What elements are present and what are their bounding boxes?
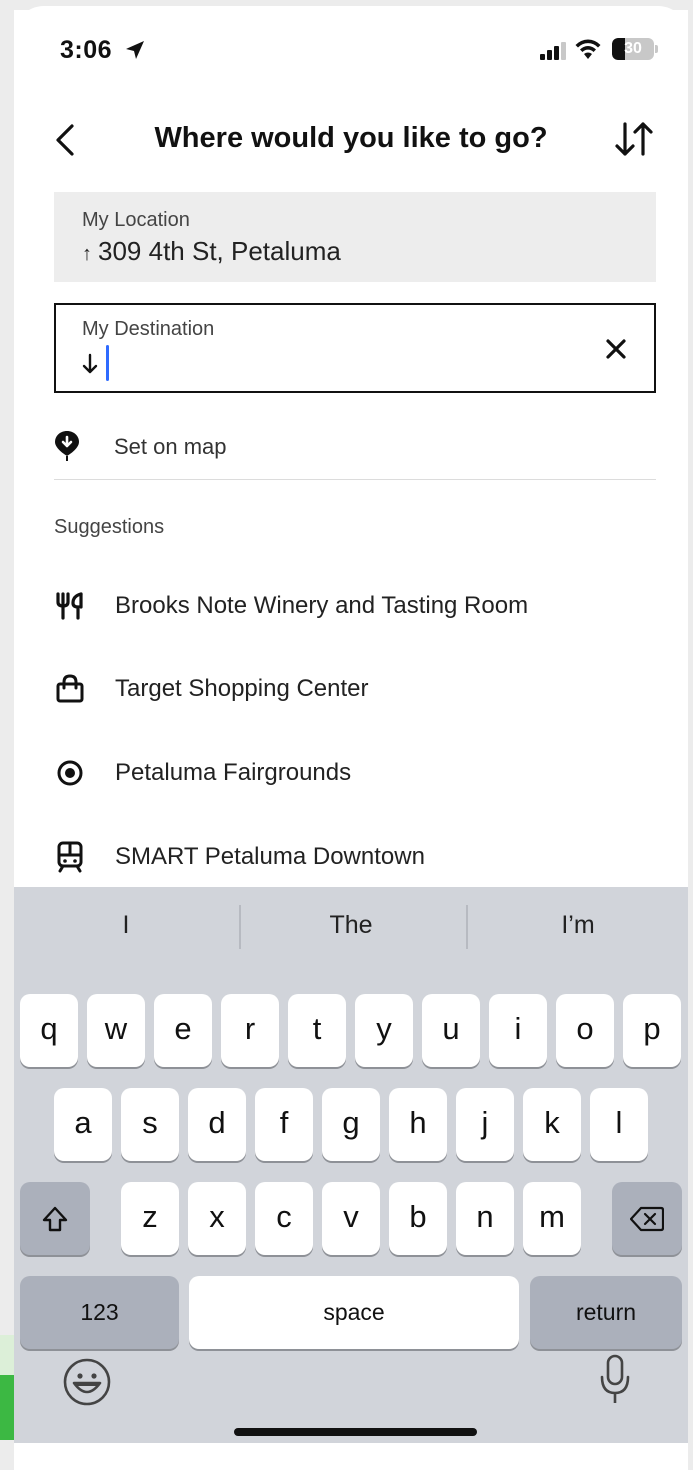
- shift-key[interactable]: [20, 1182, 90, 1255]
- key-a[interactable]: a: [54, 1088, 112, 1161]
- status-time: 3:06: [60, 36, 113, 64]
- key-u[interactable]: u: [422, 994, 480, 1067]
- suggestion-label: Brooks Note Winery and Tasting Room: [115, 592, 529, 619]
- delete-key[interactable]: [612, 1182, 682, 1255]
- origin-address: 309 4th St, Petaluma: [98, 236, 341, 266]
- text-cursor: [106, 345, 109, 381]
- emoji-icon[interactable]: [62, 1357, 112, 1407]
- key-p[interactable]: p: [623, 994, 681, 1067]
- key-v[interactable]: v: [322, 1182, 380, 1255]
- battery-percent: 30: [624, 40, 642, 57]
- phone-screen: 3:06 30 Where would you like to go? My L…: [14, 6, 688, 1443]
- on-screen-keyboard: I The I’m qwertyuiop asdfghjkl zxcvbnm 1…: [14, 887, 688, 1443]
- key-r[interactable]: r: [221, 994, 279, 1067]
- suggestion-item[interactable]: Target Shopping Center: [54, 663, 656, 719]
- space-key[interactable]: space: [189, 1276, 519, 1349]
- page-title: Where would you like to go?: [154, 122, 548, 154]
- destination-field[interactable]: My Destination: [54, 303, 656, 393]
- restaurant-icon: [56, 592, 83, 620]
- battery-icon: 30: [612, 38, 658, 60]
- key-q[interactable]: q: [20, 994, 78, 1067]
- key-s[interactable]: s: [121, 1088, 179, 1161]
- location-arrow-icon: [126, 41, 144, 59]
- key-c[interactable]: c: [255, 1182, 313, 1255]
- map-pin-icon: [55, 431, 79, 461]
- key-n[interactable]: n: [456, 1182, 514, 1255]
- key-e[interactable]: e: [154, 994, 212, 1067]
- swap-direction-icon[interactable]: [614, 120, 654, 158]
- key-x[interactable]: x: [188, 1182, 246, 1255]
- key-o[interactable]: o: [556, 994, 614, 1067]
- suggestion-label: Petaluma Fairgrounds: [115, 759, 352, 786]
- key-z[interactable]: z: [121, 1182, 179, 1255]
- prediction-3[interactable]: I’m: [466, 911, 688, 940]
- origin-value: ↑ 309 4th St, Petaluma: [82, 236, 341, 267]
- clear-icon[interactable]: [604, 337, 628, 361]
- shopping-bag-icon: [56, 674, 84, 703]
- home-indicator[interactable]: [234, 1428, 477, 1436]
- wifi-icon: [575, 39, 601, 59]
- arrow-up-icon: ↑: [82, 243, 92, 265]
- cellular-signal-icon: [540, 42, 566, 60]
- key-g[interactable]: g: [322, 1088, 380, 1161]
- suggestion-item[interactable]: Petaluma Fairgrounds: [54, 747, 656, 803]
- suggestion-label: SMART Petaluma Downtown: [115, 843, 425, 870]
- set-on-map-button[interactable]: Set on map: [54, 420, 656, 480]
- microphone-icon[interactable]: [598, 1353, 632, 1407]
- train-icon: [57, 841, 83, 873]
- key-m[interactable]: m: [523, 1182, 581, 1255]
- key-h[interactable]: h: [389, 1088, 447, 1161]
- origin-label: My Location: [82, 209, 190, 231]
- key-w[interactable]: w: [87, 994, 145, 1067]
- key-b[interactable]: b: [389, 1182, 447, 1255]
- shift-icon: [42, 1206, 68, 1231]
- return-key[interactable]: return: [530, 1276, 682, 1349]
- key-k[interactable]: k: [523, 1088, 581, 1161]
- destination-label: My Destination: [82, 318, 215, 340]
- suggestions-heading: Suggestions: [54, 516, 165, 538]
- key-d[interactable]: d: [188, 1088, 246, 1161]
- key-f[interactable]: f: [255, 1088, 313, 1161]
- key-y[interactable]: y: [355, 994, 413, 1067]
- numbers-key[interactable]: 123: [20, 1276, 179, 1349]
- key-j[interactable]: j: [456, 1088, 514, 1161]
- suggestion-item[interactable]: Brooks Note Winery and Tasting Room: [54, 580, 656, 636]
- status-bar: 3:06 30: [14, 6, 688, 86]
- prediction-1[interactable]: I: [14, 911, 238, 940]
- arrow-down-icon: [82, 353, 98, 374]
- place-icon: [57, 760, 83, 786]
- origin-field[interactable]: My Location ↑ 309 4th St, Petaluma: [54, 192, 656, 282]
- key-l[interactable]: l: [590, 1088, 648, 1161]
- suggestion-item[interactable]: SMART Petaluma Downtown: [54, 831, 656, 887]
- key-i[interactable]: i: [489, 994, 547, 1067]
- suggestion-label: Target Shopping Center: [115, 675, 369, 702]
- set-on-map-label: Set on map: [114, 434, 227, 459]
- prediction-2[interactable]: The: [239, 911, 463, 940]
- key-t[interactable]: t: [288, 994, 346, 1067]
- backspace-icon: [630, 1206, 664, 1231]
